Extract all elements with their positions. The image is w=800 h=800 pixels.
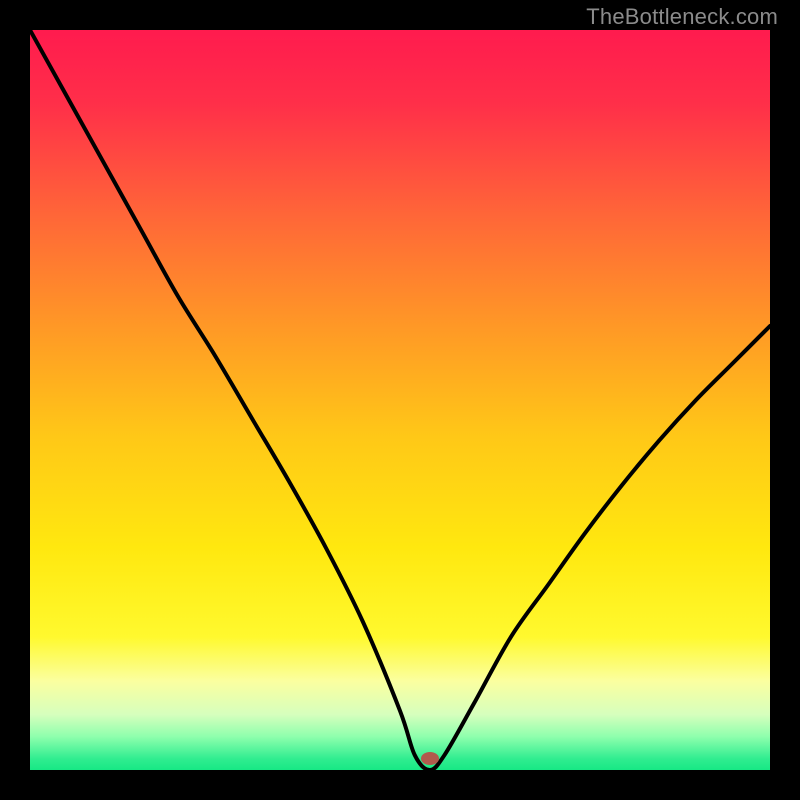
plot-area bbox=[30, 30, 770, 770]
bottleneck-curve bbox=[30, 30, 770, 770]
curve-layer bbox=[30, 30, 770, 770]
watermark-text: TheBottleneck.com bbox=[586, 4, 778, 30]
chart-frame: TheBottleneck.com bbox=[0, 0, 800, 800]
